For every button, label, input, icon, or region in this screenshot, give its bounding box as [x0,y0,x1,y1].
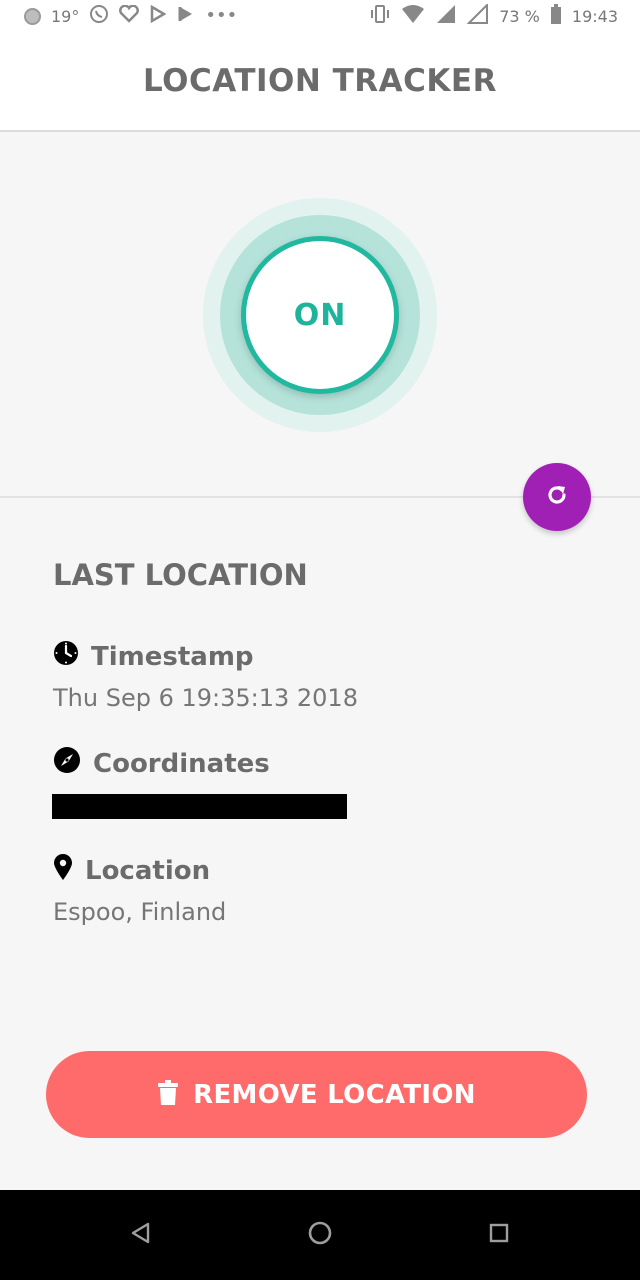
system-nav-bar [0,1190,640,1280]
wifi-icon [401,4,425,28]
location-label: Location [85,855,211,886]
signal-icon [435,4,457,28]
trash-icon [157,1079,179,1110]
nav-recents-button[interactable] [479,1215,519,1255]
battery-icon [550,4,562,28]
status-bar: 19° ••• 73 % 19:43 [0,0,640,32]
status-right: 73 % 19:43 [369,2,618,28]
home-icon [307,1220,333,1250]
heart-app-icon [119,4,140,27]
compass-icon [53,746,81,781]
timestamp-label-row: Timestamp [53,640,254,673]
location-label-row: Location [53,853,210,888]
refresh-icon [544,482,570,512]
recents-icon [488,1222,510,1248]
status-temperature: 19° [51,6,80,26]
location-value: Espoo, Finland [53,898,227,926]
page-title: LOCATION TRACKER [143,63,497,99]
last-location-title: LAST LOCATION [53,558,308,592]
coordinates-label-row: Coordinates [53,746,270,781]
nav-home-button[interactable] [300,1215,340,1255]
whatsapp-icon [89,4,109,28]
tracking-toggle-button[interactable]: ON [241,236,399,394]
clock-icon [53,640,79,673]
more-notifications-icon: ••• [205,5,238,26]
play-store-icon-2 [177,5,195,27]
vibrate-icon [369,4,391,28]
weather-dot-icon [24,7,41,25]
back-icon [129,1221,151,1249]
play-store-icon [149,4,167,27]
coordinates-redacted [52,794,347,819]
toggle-section: ON [0,134,640,498]
battery-percent: 73 % [499,6,540,26]
timestamp-value: Thu Sep 6 19:35:13 2018 [53,684,358,712]
toggle-label: ON [293,297,347,333]
map-pin-icon [53,853,73,888]
app-header: LOCATION TRACKER [0,32,640,132]
signal-2-icon [466,2,489,28]
remove-location-label: REMOVE LOCATION [193,1079,476,1110]
refresh-button[interactable] [523,463,591,531]
status-left: 19° ••• [24,4,237,28]
status-time: 19:43 [571,6,618,26]
timestamp-label: Timestamp [91,641,254,672]
coordinates-label: Coordinates [93,748,270,779]
remove-location-button[interactable]: REMOVE LOCATION [46,1051,587,1138]
nav-back-button[interactable] [120,1215,160,1255]
